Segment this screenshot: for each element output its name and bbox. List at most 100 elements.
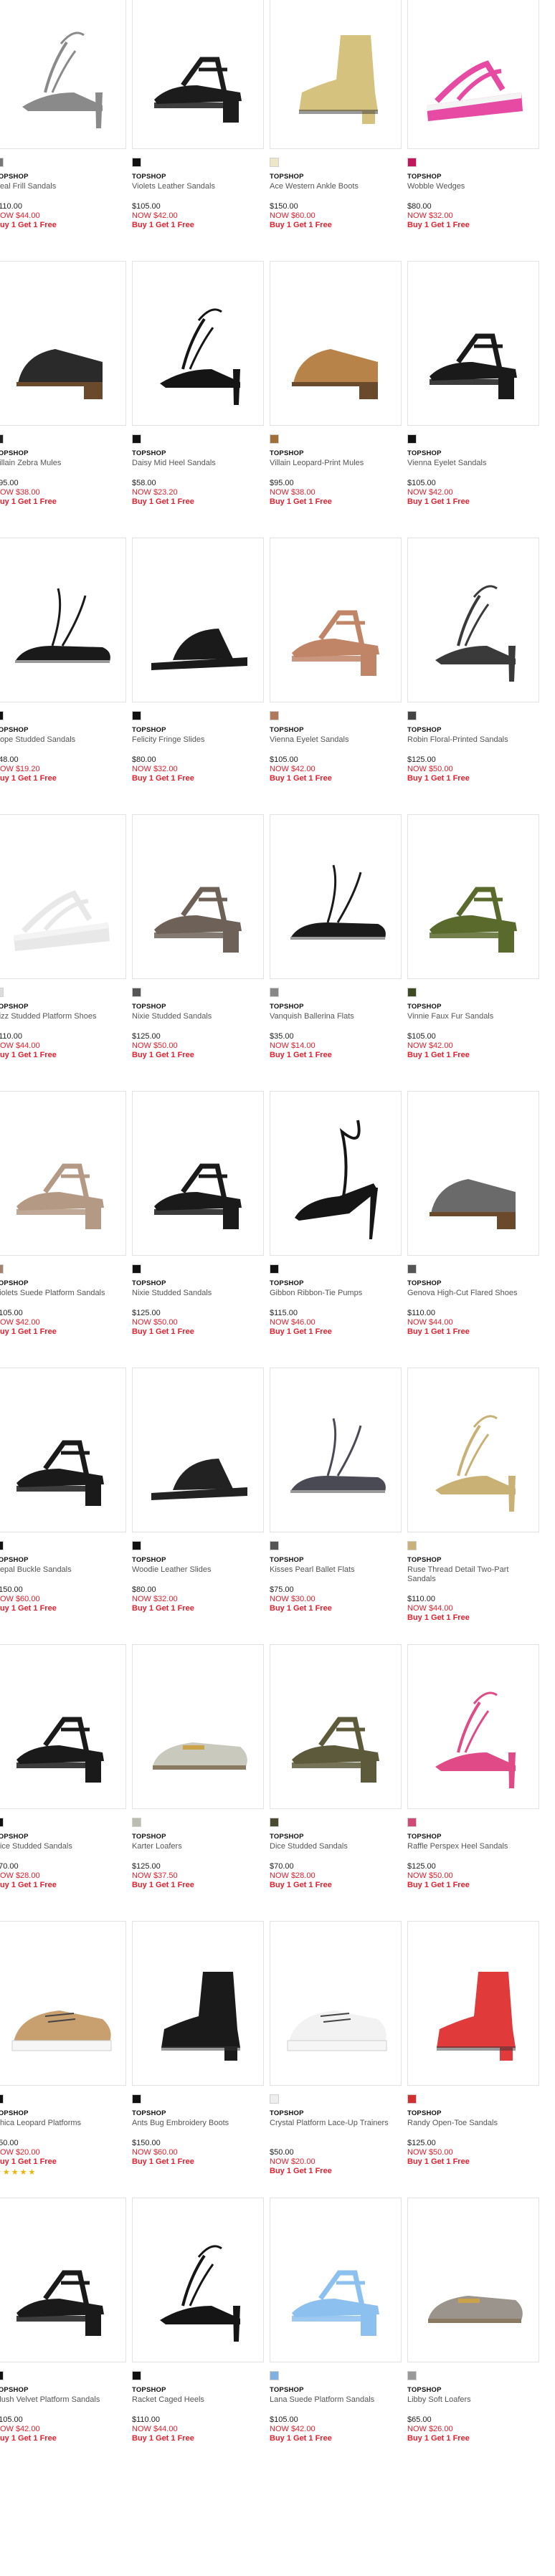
- product-name[interactable]: Kisses Pearl Ballet Flats: [270, 1565, 402, 1575]
- color-swatch[interactable]: [270, 1264, 279, 1274]
- product-card[interactable]: TOPSHOP Ace Western Ankle Boots $150.00 NOW…: [270, 0, 402, 257]
- product-name[interactable]: Genova High-Cut Flared Shoes: [407, 1289, 539, 1298]
- color-swatch[interactable]: [132, 2094, 141, 2104]
- product-name[interactable]: Randy Open-Toe Sandals: [407, 2119, 539, 2128]
- product-card[interactable]: TOPSHOP Ants Bug Embroidery Boots $150.00 N…: [132, 1921, 264, 2193]
- product-image[interactable]: [270, 538, 402, 702]
- product-card[interactable]: TOPSHOP Villain Leopard-Print Mules $95.00…: [270, 261, 402, 533]
- color-swatch[interactable]: [270, 1541, 279, 1550]
- color-swatch[interactable]: [132, 988, 141, 997]
- product-card[interactable]: TOPSHOP Wobble Wedges $80.00 NOW $32.00 Buy …: [407, 0, 539, 257]
- product-name[interactable]: Woodie Leather Slides: [132, 1565, 264, 1575]
- product-image[interactable]: [132, 261, 264, 426]
- color-swatch[interactable]: [407, 158, 417, 167]
- product-name[interactable]: Raffle Perspex Heel Sandals: [407, 1842, 539, 1851]
- product-name[interactable]: Villain Zebra Mules: [0, 459, 126, 468]
- color-swatch[interactable]: [0, 1541, 4, 1550]
- product-image[interactable]: [407, 1368, 539, 1532]
- product-image[interactable]: [270, 0, 402, 149]
- product-image[interactable]: [407, 1644, 539, 1809]
- product-card[interactable]: TOPSHOP Violets Suede Platform Sandals $10…: [0, 1091, 126, 1363]
- product-name[interactable]: Racket Caged Heels: [132, 2395, 264, 2405]
- product-name[interactable]: Fizz Studded Platform Shoes: [0, 1012, 126, 1021]
- product-card[interactable]: TOPSHOPNeal Frill Sandals $110.00NOW $44.…: [0, 0, 126, 257]
- product-card[interactable]: TOPSHOP Kisses Pearl Ballet Flats $75.00 NO…: [270, 1368, 402, 1640]
- product-image[interactable]: [407, 814, 539, 979]
- product-name[interactable]: Wobble Wedges: [407, 182, 539, 191]
- product-image[interactable]: [0, 1091, 126, 1256]
- product-card[interactable]: TOPSHOP Felicity Fringe Slides $80.00 NOW $…: [132, 538, 264, 810]
- color-swatch[interactable]: [407, 1818, 417, 1827]
- color-swatch[interactable]: [270, 1818, 279, 1827]
- product-card[interactable]: TOPSHOPDice Studded Sandals $70.00NOW $28…: [0, 1644, 126, 1917]
- product-image[interactable]: [270, 1091, 402, 1256]
- product-image[interactable]: [132, 0, 264, 149]
- product-card[interactable]: TOPSHOPNepal Buckle Sandals $150.00NOW $6…: [0, 1368, 126, 1640]
- product-image[interactable]: [0, 2198, 126, 2362]
- color-swatch[interactable]: [0, 2094, 4, 2104]
- product-name[interactable]: Plush Velvet Platform Sandals: [0, 2395, 126, 2405]
- color-swatch[interactable]: [270, 2371, 279, 2380]
- product-card[interactable]: TOPSHOP Vienna Eyelet Sandals $105.00 NOW $…: [407, 261, 539, 533]
- color-swatch[interactable]: [270, 711, 279, 720]
- color-swatch[interactable]: [407, 711, 417, 720]
- color-swatch[interactable]: [0, 1264, 4, 1274]
- color-swatch[interactable]: [0, 158, 4, 167]
- product-name[interactable]: Dice Studded Sandals: [270, 1842, 402, 1851]
- color-swatch[interactable]: [407, 1541, 417, 1550]
- product-image[interactable]: [132, 1644, 264, 1809]
- product-name[interactable]: Crystal Platform Lace-Up Trainers: [270, 2119, 402, 2128]
- color-swatch[interactable]: [132, 711, 141, 720]
- color-swatch[interactable]: [407, 988, 417, 997]
- product-image[interactable]: [132, 2198, 264, 2362]
- product-image[interactable]: [0, 0, 126, 149]
- product-card[interactable]: TOPSHOPFizz Studded Platform Shoes $110.0…: [0, 814, 126, 1087]
- product-image[interactable]: [270, 1921, 402, 2086]
- product-name[interactable]: Dice Studded Sandals: [0, 1842, 126, 1851]
- product-card[interactable]: TOPSHOP Robin Floral-Printed Sandals $125.…: [407, 538, 539, 810]
- product-image[interactable]: [132, 1368, 264, 1532]
- product-image[interactable]: [270, 1644, 402, 1809]
- product-name[interactable]: Ace Western Ankle Boots: [270, 182, 402, 191]
- product-image[interactable]: [0, 814, 126, 979]
- product-name[interactable]: Vienna Eyelet Sandals: [407, 459, 539, 468]
- product-card[interactable]: TOPSHOP Violets Leather Sandals $105.00 NOW…: [132, 0, 264, 257]
- color-swatch[interactable]: [132, 434, 141, 444]
- product-name[interactable]: Chica Leopard Platforms: [0, 2119, 126, 2128]
- product-image[interactable]: [270, 814, 402, 979]
- product-card[interactable]: TOPSHOP Crystal Platform Lace-Up Trainers…: [270, 1921, 402, 2193]
- color-swatch[interactable]: [0, 434, 4, 444]
- product-name[interactable]: Karter Loafers: [132, 1842, 264, 1851]
- color-swatch[interactable]: [270, 2094, 279, 2104]
- color-swatch[interactable]: [407, 1264, 417, 1274]
- color-swatch[interactable]: [132, 1818, 141, 1827]
- product-image[interactable]: [132, 538, 264, 702]
- product-image[interactable]: [270, 2198, 402, 2362]
- product-name[interactable]: Ants Bug Embroidery Boots: [132, 2119, 264, 2128]
- product-name[interactable]: Lana Suede Platform Sandals: [270, 2395, 402, 2405]
- product-image[interactable]: [407, 538, 539, 702]
- product-image[interactable]: [407, 1921, 539, 2086]
- color-swatch[interactable]: [407, 2094, 417, 2104]
- product-image[interactable]: [407, 261, 539, 426]
- product-name[interactable]: Vinnie Faux Fur Sandals: [407, 1012, 539, 1021]
- product-image[interactable]: [270, 261, 402, 426]
- product-card[interactable]: TOPSHOP Daisy Mid Heel Sandals $58.00 NOW $…: [132, 261, 264, 533]
- product-image[interactable]: [407, 0, 539, 149]
- product-image[interactable]: [0, 261, 126, 426]
- product-image[interactable]: [0, 1921, 126, 2086]
- product-name[interactable]: Neal Frill Sandals: [0, 182, 126, 191]
- color-swatch[interactable]: [407, 2371, 417, 2380]
- color-swatch[interactable]: [132, 1541, 141, 1550]
- product-image[interactable]: [132, 814, 264, 979]
- product-name[interactable]: Daisy Mid Heel Sandals: [132, 459, 264, 468]
- product-image[interactable]: [132, 1091, 264, 1256]
- product-name[interactable]: Ruse Thread Detail Two-Part Sandals: [407, 1565, 539, 1584]
- product-card[interactable]: TOPSHOP Vinnie Faux Fur Sandals $105.00 NOW…: [407, 814, 539, 1087]
- product-name[interactable]: Robin Floral-Printed Sandals: [407, 735, 539, 745]
- product-card[interactable]: TOPSHOP Ruse Thread Detail Two-Part Sanda…: [407, 1368, 539, 1640]
- product-card[interactable]: TOPSHOPDice Studded Sandals $70.00NOW $28…: [270, 1644, 402, 1917]
- product-image[interactable]: [0, 1368, 126, 1532]
- product-card[interactable]: TOPSHOPPlush Velvet Platform Sandals $105…: [0, 2198, 126, 2470]
- product-card[interactable]: TOPSHOP Randy Open-Toe Sandals $125.00 NOW …: [407, 1921, 539, 2193]
